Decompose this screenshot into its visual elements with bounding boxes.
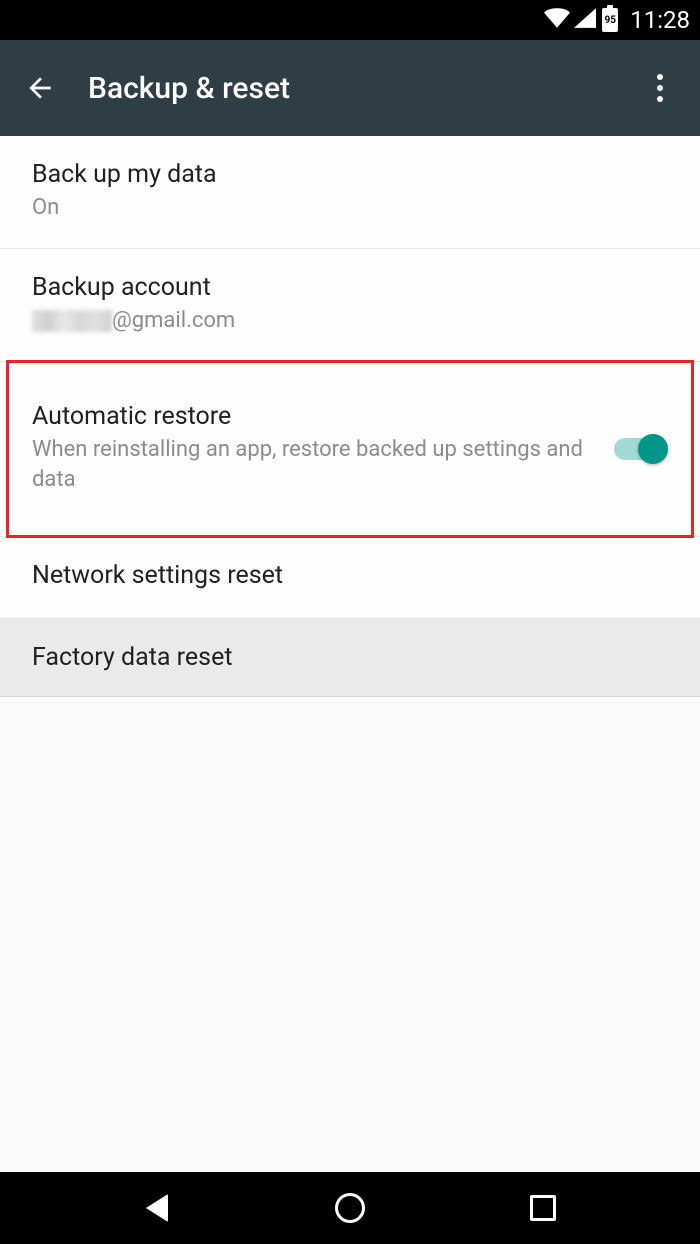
- arrow-back-icon: [24, 72, 56, 104]
- email-suffix: @gmail.com: [112, 306, 235, 337]
- automatic-restore-toggle[interactable]: [614, 434, 668, 464]
- battery-icon: 95: [602, 8, 618, 32]
- more-vert-icon: [657, 74, 663, 102]
- setting-title: Network settings reset: [32, 561, 668, 590]
- nav-back-button[interactable]: [133, 1184, 181, 1232]
- status-clock: 11:28: [630, 6, 690, 34]
- setting-subtitle: @gmail.com: [32, 306, 668, 337]
- app-bar: Backup & reset: [0, 40, 700, 136]
- setting-subtitle: When reinstalling an app, restore backed…: [32, 435, 594, 497]
- setting-title: Back up my data: [32, 160, 668, 189]
- redacted-email-prefix: [32, 310, 112, 332]
- square-recent-icon: [530, 1195, 556, 1221]
- battery-level: 95: [604, 15, 615, 26]
- status-icons: 95 11:28: [544, 6, 690, 34]
- settings-list: Back up my data On Backup account @gmail…: [0, 136, 700, 697]
- wifi-icon: [544, 8, 570, 32]
- backup-account-item[interactable]: Backup account @gmail.com: [0, 249, 700, 361]
- more-options-button[interactable]: [636, 64, 684, 112]
- factory-data-reset-item[interactable]: Factory data reset: [0, 619, 700, 697]
- nav-recent-button[interactable]: [519, 1184, 567, 1232]
- setting-title: Backup account: [32, 273, 668, 302]
- toggle-thumb: [638, 434, 668, 464]
- page-title: Backup & reset: [88, 71, 290, 106]
- setting-subtitle: On: [32, 193, 668, 224]
- triangle-back-icon: [146, 1194, 168, 1222]
- automatic-restore-item[interactable]: Automatic restore When reinstalling an a…: [0, 361, 700, 538]
- circle-home-icon: [335, 1193, 365, 1223]
- navigation-bar: [0, 1172, 700, 1244]
- setting-title: Automatic restore: [32, 402, 594, 431]
- status-bar: 95 11:28: [0, 0, 700, 40]
- setting-title: Factory data reset: [32, 643, 668, 672]
- back-button[interactable]: [16, 64, 64, 112]
- cell-signal-icon: [574, 8, 596, 32]
- nav-home-button[interactable]: [326, 1184, 374, 1232]
- network-settings-reset-item[interactable]: Network settings reset: [0, 537, 700, 619]
- backup-my-data-item[interactable]: Back up my data On: [0, 136, 700, 249]
